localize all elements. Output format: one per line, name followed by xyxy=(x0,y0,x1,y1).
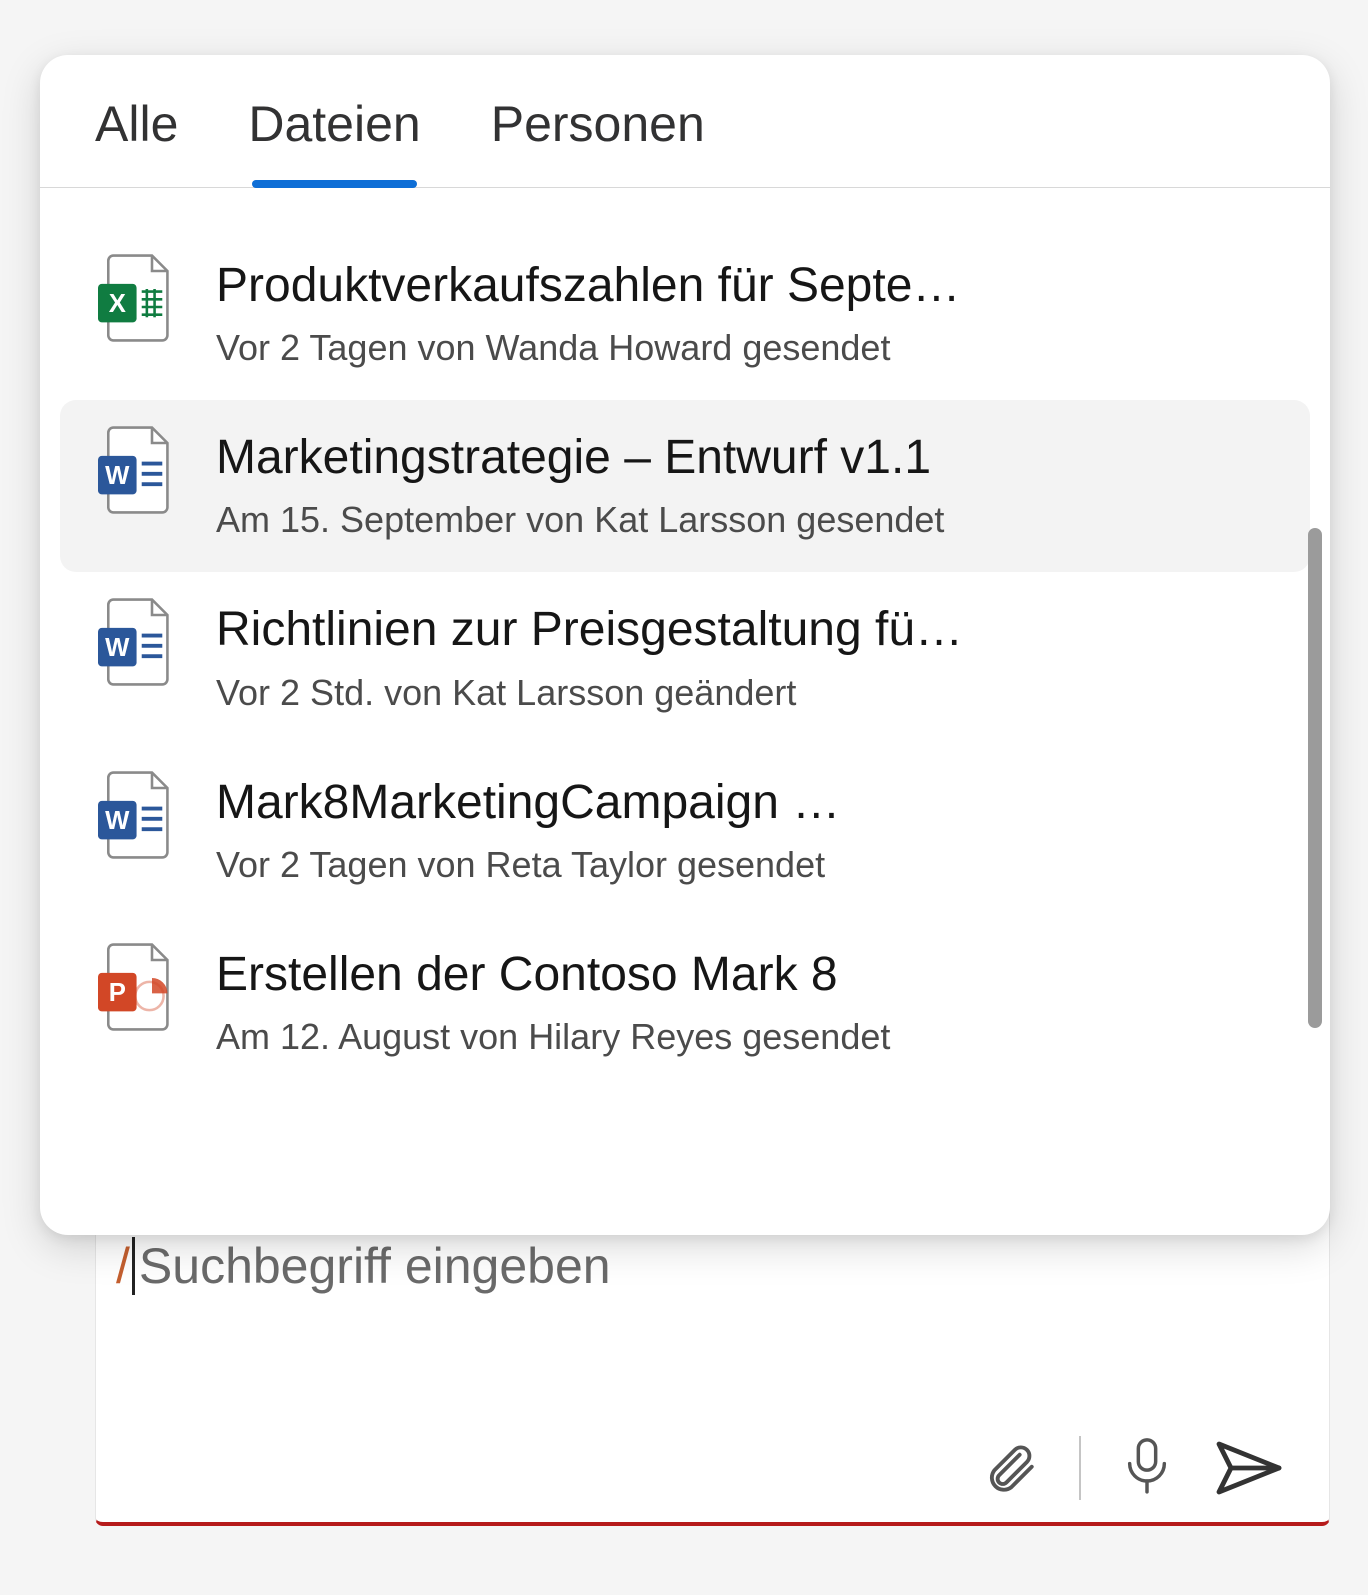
file-item[interactable]: X Produktverkaufszahlen für Septe… Vor 2 … xyxy=(60,228,1310,400)
file-item-subtitle: Vor 2 Std. von Kat Larsson geändert xyxy=(216,670,1276,715)
file-item-title: Marketingstrategie – Entwurf v1.1 xyxy=(216,430,1276,485)
attach-icon[interactable] xyxy=(981,1436,1039,1500)
svg-text:W: W xyxy=(105,462,130,490)
word-file-icon: W xyxy=(94,430,174,510)
file-item-subtitle: Vor 2 Tagen von Reta Taylor gesendet xyxy=(216,842,1276,887)
slash-prefix: / xyxy=(116,1237,130,1295)
svg-text:X: X xyxy=(109,290,126,318)
file-item-title: Mark8MarketingCampaign … xyxy=(216,775,1276,830)
file-item-subtitle: Am 12. August von Hilary Reyes gesendet xyxy=(216,1014,1276,1059)
svg-text:W: W xyxy=(105,807,130,835)
svg-text:P: P xyxy=(109,979,126,1007)
file-item-title: Produktverkaufszahlen für Septe… xyxy=(216,258,1276,313)
file-item-subtitle: Vor 2 Tagen von Wanda Howard gesendet xyxy=(216,325,1276,370)
tab-files[interactable]: Dateien xyxy=(248,95,420,187)
file-list: X Produktverkaufszahlen für Septe… Vor 2 … xyxy=(40,188,1330,1235)
file-item[interactable]: W Marketingstrategie – Entwurf v1.1 Am 15… xyxy=(60,400,1310,572)
text-caret xyxy=(132,1237,135,1295)
microphone-icon[interactable] xyxy=(1121,1434,1173,1502)
file-item[interactable]: W Richtlinien zur Preisgestaltung fü… Vor… xyxy=(60,572,1310,744)
file-list-wrap: X Produktverkaufszahlen für Septe… Vor 2 … xyxy=(40,188,1330,1235)
file-item-title: Richtlinien zur Preisgestaltung fü… xyxy=(216,602,1276,657)
word-file-icon: W xyxy=(94,602,174,682)
word-file-icon: W xyxy=(94,775,174,855)
suggestions-popup: Alle Dateien Personen X Produktverkaufsz… xyxy=(40,55,1330,1235)
action-divider xyxy=(1079,1436,1081,1500)
file-item-texts: Marketingstrategie – Entwurf v1.1 Am 15. … xyxy=(216,430,1276,542)
excel-file-icon: X xyxy=(94,258,174,338)
tab-all[interactable]: Alle xyxy=(95,95,178,187)
file-item-texts: Richtlinien zur Preisgestaltung fü… Vor 2… xyxy=(216,602,1276,714)
file-item-texts: Erstellen der Contoso Mark 8 Am 12. Augus… xyxy=(216,947,1276,1059)
file-item-subtitle: Am 15. September von Kat Larsson gesende… xyxy=(216,497,1276,542)
file-item-title: Erstellen der Contoso Mark 8 xyxy=(216,947,1276,1002)
scrollbar-thumb[interactable] xyxy=(1308,528,1322,1028)
powerpoint-file-icon: P xyxy=(94,947,174,1027)
tabs: Alle Dateien Personen xyxy=(40,55,1330,188)
file-item[interactable]: W Mark8MarketingCampaign … Vor 2 Tagen vo… xyxy=(60,745,1310,917)
compose-placeholder: Suchbegriff eingeben xyxy=(139,1237,611,1295)
svg-text:W: W xyxy=(105,635,130,663)
file-item-texts: Produktverkaufszahlen für Septe… Vor 2 Ta… xyxy=(216,258,1276,370)
compose-actions xyxy=(116,1434,1285,1502)
compose-input-line[interactable]: / Suchbegriff eingeben xyxy=(116,1237,1285,1295)
file-item-texts: Mark8MarketingCampaign … Vor 2 Tagen von … xyxy=(216,775,1276,887)
compose-box[interactable]: / Suchbegriff eingeben xyxy=(95,1196,1330,1526)
send-icon[interactable] xyxy=(1213,1438,1285,1498)
tab-people[interactable]: Personen xyxy=(491,95,705,187)
file-item[interactable]: P Erstellen der Contoso Mark 8 Am 12. Aug… xyxy=(60,917,1310,1089)
